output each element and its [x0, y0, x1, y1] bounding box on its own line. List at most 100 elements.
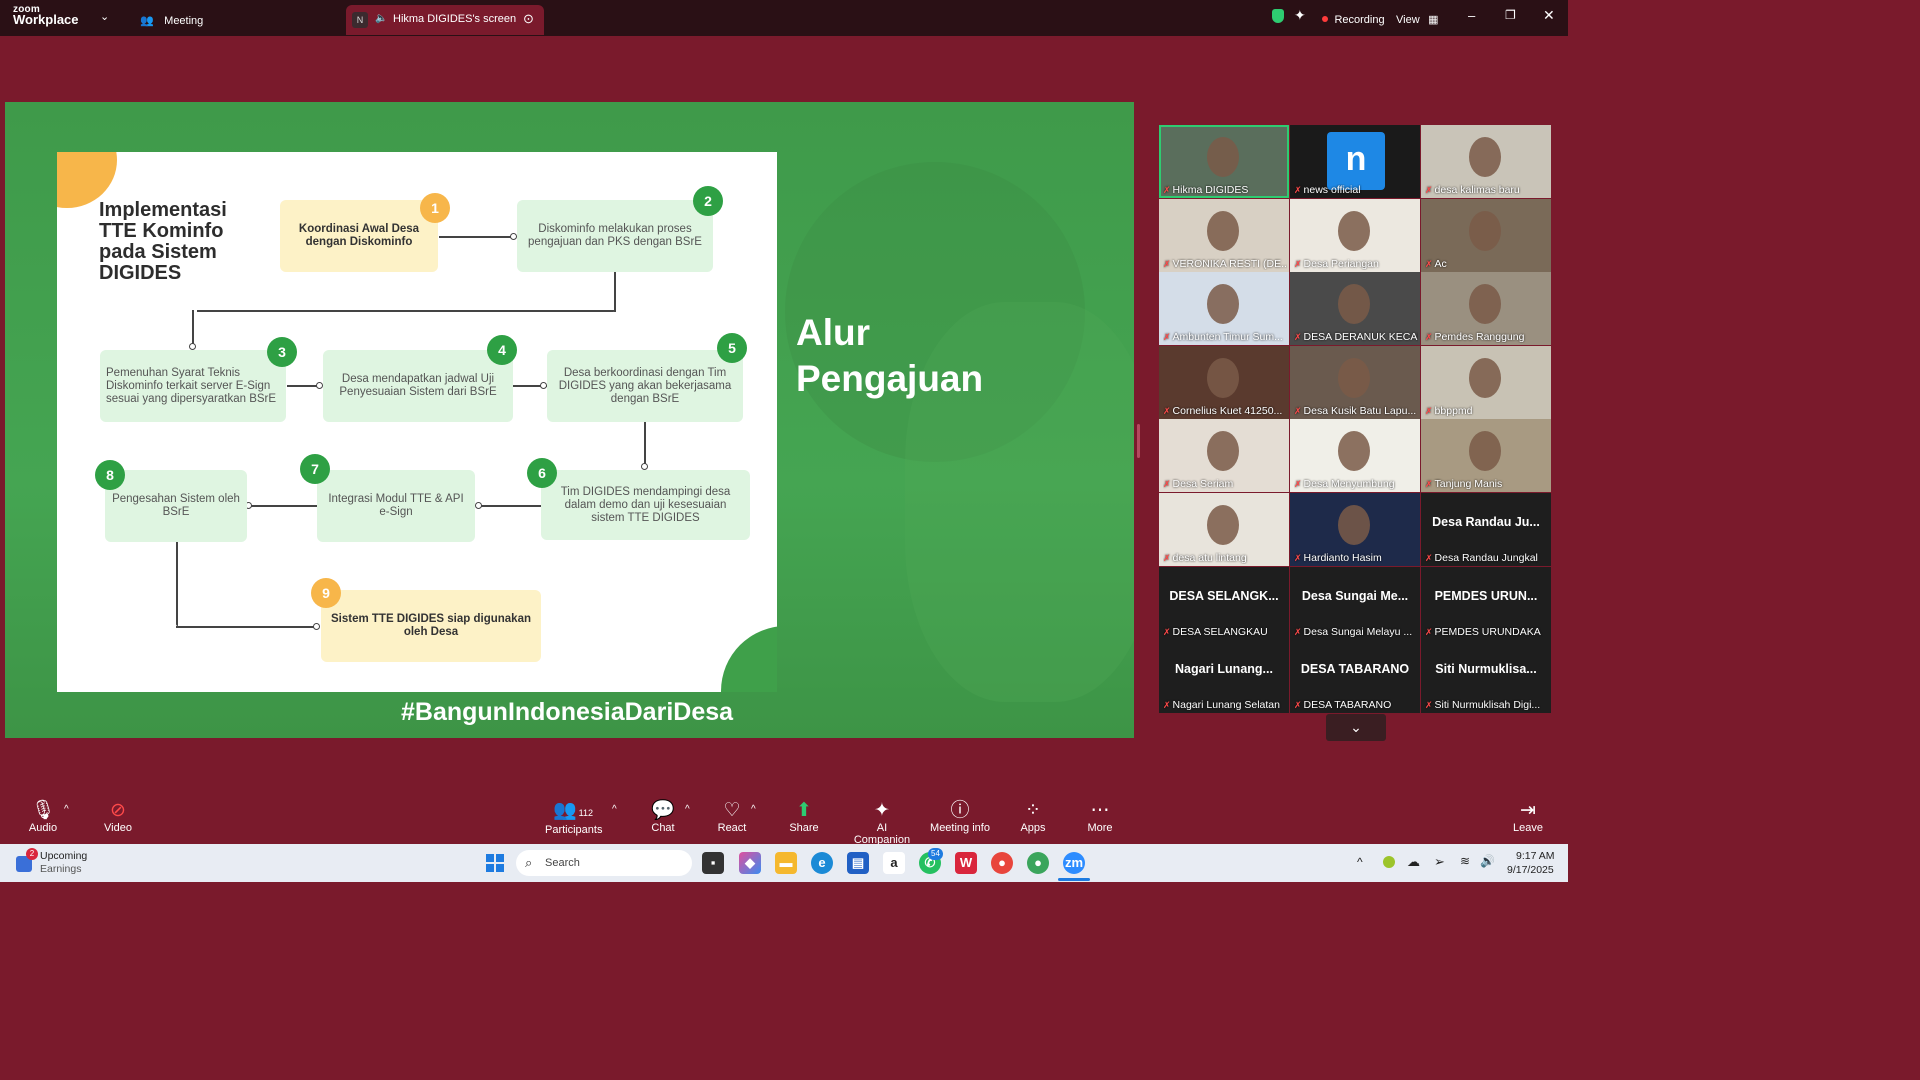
participants-button[interactable]: 👥 112 Participants: [545, 800, 602, 836]
amazon-icon[interactable]: a: [883, 852, 905, 874]
participant-tile[interactable]: ✗ Ac: [1421, 198, 1551, 272]
participant-tile[interactable]: ✗ Desa Periangan: [1290, 198, 1420, 272]
record-dot-icon: [1322, 15, 1328, 22]
shield-icon[interactable]: [1272, 9, 1284, 23]
more-options-icon[interactable]: ⊙: [523, 11, 534, 27]
participant-tile[interactable]: ✗ Tanjung Manis: [1421, 419, 1551, 493]
chrome-icon[interactable]: ●: [991, 852, 1013, 874]
edge-icon[interactable]: e: [811, 852, 833, 874]
windows-start-icon[interactable]: [486, 854, 504, 872]
participant-tile[interactable]: ✗DESA DERANUK KECAM...: [1290, 272, 1420, 346]
copilot-icon[interactable]: ◆: [739, 852, 761, 874]
participant-tile[interactable]: ✗ Ambunten Timur Sum...: [1159, 272, 1289, 346]
task-view-icon[interactable]: ▪: [702, 852, 724, 874]
participant-tile[interactable]: ✗ Pemdes Ranggung: [1421, 272, 1551, 346]
share-button[interactable]: ⬆ Share: [789, 800, 819, 834]
ai-companion-button[interactable]: ✦ AI Companion: [848, 800, 916, 846]
participant-tile[interactable]: DESA SELANGK... ✗ DESA SELANGKAU: [1159, 566, 1289, 640]
connector-dot: [540, 382, 547, 389]
video-button[interactable]: ⊘ Video: [102, 800, 134, 834]
muted-mic-icon: ✗: [1425, 258, 1433, 269]
connector-line: [477, 505, 541, 507]
muted-mic-icon: ✗: [1425, 332, 1433, 343]
participant-name-label: ✗ Ambunten Timur Sum...: [1163, 331, 1287, 343]
participants-options-caret-icon[interactable]: ^: [612, 804, 617, 815]
side-title-line-1: Alur: [796, 312, 870, 353]
clock-time[interactable]: 9:17 AM: [1516, 850, 1555, 862]
muted-mic-icon: ✗: [1294, 185, 1302, 195]
scroll-down-button[interactable]: ⌄: [1326, 714, 1386, 741]
search-icon: ⌕: [525, 855, 533, 870]
participant-display-name: DESA SELANGK...: [1169, 588, 1279, 603]
audio-options-caret-icon[interactable]: ^: [64, 804, 69, 815]
sparkle-icon[interactable]: ✦: [1294, 7, 1306, 24]
muted-mic-icon: ✗: [1163, 479, 1171, 490]
participant-video-face: [1338, 210, 1370, 251]
participant-tile[interactable]: ✗ desa atu lintang: [1159, 493, 1289, 566]
clock-date[interactable]: 9/17/2025: [1507, 864, 1554, 876]
participant-tile[interactable]: Siti Nurmuklisa... ✗ Siti Nurmuklisah Digi…: [1421, 640, 1551, 714]
participant-tile[interactable]: ✗ Hardianto Hasim: [1290, 493, 1420, 566]
resize-handle[interactable]: [1137, 424, 1140, 458]
chat-button[interactable]: 💬 Chat: [648, 800, 678, 834]
participant-tile[interactable]: ✗ bbppmd: [1421, 345, 1551, 419]
chrome-profile-icon[interactable]: ●: [1027, 852, 1049, 874]
react-options-caret-icon[interactable]: ^: [751, 804, 756, 815]
participant-tile[interactable]: Nagari Lunang... ✗ Nagari Lunang Selatan: [1159, 640, 1289, 714]
participant-name: news official: [1303, 184, 1361, 196]
meeting-tab[interactable]: 👥 Meeting: [140, 11, 203, 29]
leave-button[interactable]: ⇥ Leave: [1513, 800, 1543, 834]
participant-tile[interactable]: ✗ VERONIKA RESTI (DE...: [1159, 198, 1289, 272]
onedrive-icon[interactable]: ☁: [1407, 854, 1420, 870]
participant-tile[interactable]: ✗ Hikma DIGIDES: [1159, 125, 1289, 198]
zoom-app-icon[interactable]: zm: [1063, 852, 1085, 874]
taskbar-search[interactable]: ⌕ Search: [516, 850, 692, 876]
participant-name: Siti Nurmuklisah Digi...: [1434, 699, 1541, 712]
participant-tile[interactable]: ✗ Desa Kusik Batu Lapu...: [1290, 345, 1420, 419]
whatsapp-badge: 54: [928, 848, 943, 860]
location-icon[interactable]: ➢: [1434, 854, 1445, 870]
restore-icon[interactable]: ❐: [1505, 8, 1516, 22]
audio-button[interactable]: 🎙 Audio: [27, 800, 59, 834]
screen-share-tab[interactable]: N 🔈 Hikma DIGIDES's screen ⊙: [346, 5, 544, 35]
connector-line: [192, 310, 194, 346]
minimize-icon[interactable]: –: [1468, 8, 1475, 23]
participant-tile[interactable]: ✗ Cornelius Kuet 41250...: [1159, 345, 1289, 419]
meeting-tab-label: Meeting: [164, 15, 204, 27]
close-icon[interactable]: ✕: [1543, 7, 1555, 24]
chevron-down-icon[interactable]: ⌄: [100, 10, 109, 23]
participant-tile[interactable]: PEMDES URUN... ✗ PEMDES URUNDAKA: [1421, 566, 1551, 640]
react-button[interactable]: ♡ React: [717, 800, 747, 834]
step-9-number: 9: [311, 578, 341, 608]
chat-options-caret-icon[interactable]: ^: [685, 804, 690, 815]
apps-icon: ⁘: [1025, 800, 1041, 821]
recording-indicator[interactable]: Recording: [1322, 10, 1385, 28]
participant-tile[interactable]: DESA TABARANO ✗ DESA TABARANO: [1290, 640, 1420, 714]
apps-button[interactable]: ⁘ Apps: [1018, 800, 1048, 834]
tray-app-icon[interactable]: [1383, 856, 1395, 868]
store-icon[interactable]: ▤: [847, 852, 869, 874]
participant-tile[interactable]: ✗ Desa Seriam: [1159, 419, 1289, 493]
participant-display-name: PEMDES URUN...: [1434, 588, 1538, 603]
view-button[interactable]: View ▦: [1396, 10, 1439, 28]
participant-tile[interactable]: n ✗ news official: [1290, 125, 1420, 198]
participant-name-label: ✗DESA DERANUK KECAM...: [1294, 331, 1418, 343]
volume-icon[interactable]: 🔊: [1480, 854, 1495, 868]
news-official-logo: n: [1327, 132, 1385, 190]
participant-name-label: ✗ Siti Nurmuklisah Digi...: [1425, 699, 1549, 711]
file-explorer-icon[interactable]: ▬: [775, 852, 797, 874]
participant-name-label: ✗ Hardianto Hasim: [1294, 552, 1418, 564]
muted-mic-icon: ✗: [1163, 332, 1171, 343]
wps-icon[interactable]: W: [955, 852, 977, 874]
zoom-workplace-logo[interactable]: zoom Workplace: [13, 5, 79, 27]
audio-label: Audio: [28, 822, 58, 834]
participant-tile[interactable]: ✗ Desa Menyumbung: [1290, 419, 1420, 493]
participant-tile[interactable]: Desa Randau Ju... ✗ Desa Randau Jungkal: [1421, 493, 1551, 566]
participant-tile[interactable]: ✗ desa kalimas baru: [1421, 125, 1551, 198]
tray-expand-icon[interactable]: ^: [1357, 855, 1363, 869]
more-button[interactable]: ⋯ More: [1085, 800, 1115, 834]
participant-tile[interactable]: Desa Sungai Me... ✗ Desa Sungai Melayu ...: [1290, 566, 1420, 640]
participants-count: 112: [578, 808, 594, 818]
meeting-info-button[interactable]: ⓘ Meeting info: [930, 800, 990, 834]
wifi-icon[interactable]: ≋: [1460, 854, 1470, 868]
